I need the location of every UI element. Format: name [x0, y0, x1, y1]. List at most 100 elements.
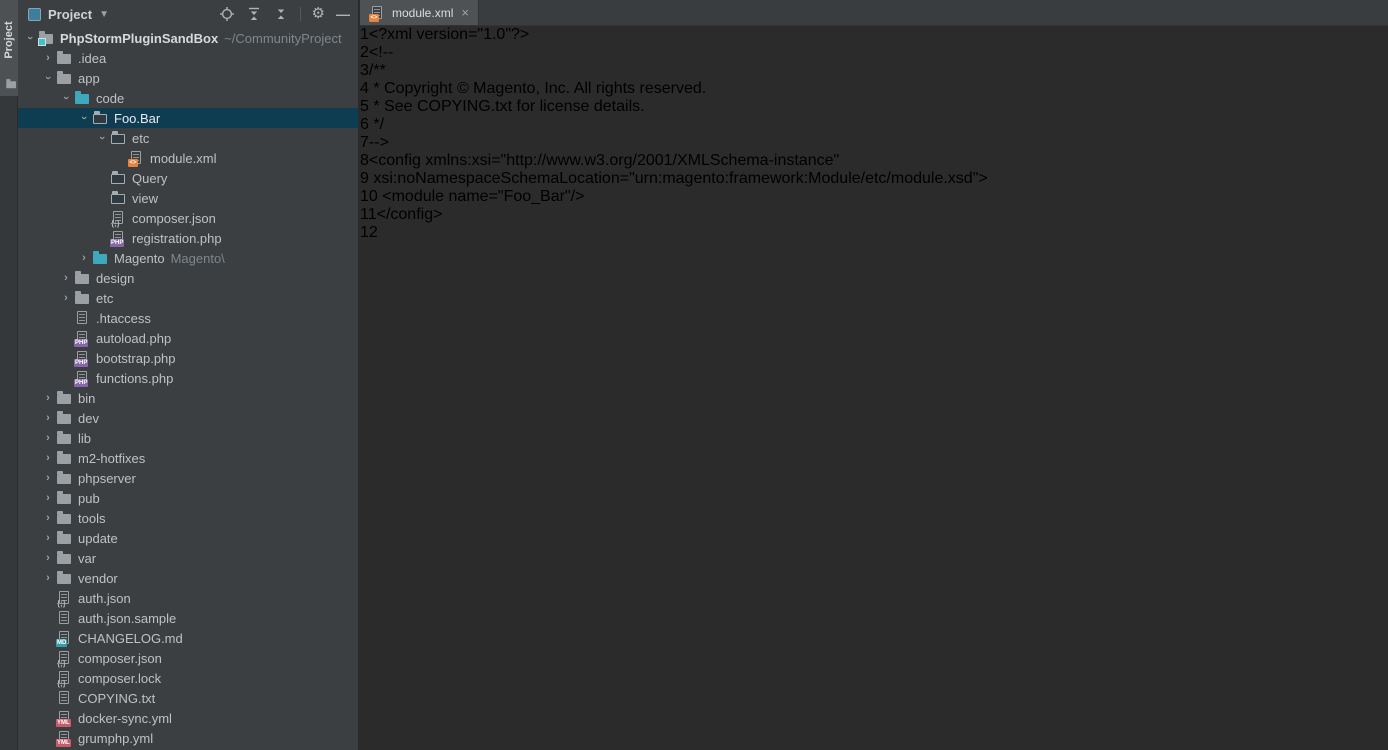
- chevron-down-icon[interactable]: ›: [56, 90, 76, 106]
- project-view-icon: [28, 8, 41, 21]
- chevron-right-icon[interactable]: ›: [40, 508, 56, 528]
- tree-item-magento[interactable]: ›MagentoMagento\: [18, 248, 358, 268]
- tree-item-label: m2-hotfixes: [78, 451, 145, 466]
- tree-item-design[interactable]: ›design: [18, 268, 358, 288]
- tree-item-label: update: [78, 531, 118, 546]
- tree-item-bootstrap-php[interactable]: ›PHPbootstrap.php: [18, 348, 358, 368]
- tree-item-composer-json[interactable]: ›{;}composer.json: [18, 208, 358, 228]
- folder-icon: [56, 390, 73, 406]
- chevron-right-icon[interactable]: ›: [40, 428, 56, 448]
- chevron-right-icon[interactable]: ›: [40, 548, 56, 568]
- chevron-right-icon[interactable]: ›: [40, 48, 56, 68]
- tree-item-changelog-md[interactable]: ›MDCHANGELOG.md: [18, 628, 358, 648]
- tree-item-query[interactable]: ›Query: [18, 168, 358, 188]
- tree-item-var[interactable]: ›var: [18, 548, 358, 568]
- project-tool-window-button[interactable]: Project: [0, 0, 18, 96]
- tree-item-composer-json[interactable]: ›{;}composer.json: [18, 648, 358, 668]
- tree-item-label: bin: [78, 391, 95, 406]
- tree-item-autoload-php[interactable]: ›PHPautoload.php: [18, 328, 358, 348]
- chevron-right-icon[interactable]: ›: [58, 288, 74, 308]
- tree-item-phpserver[interactable]: ›phpserver: [18, 468, 358, 488]
- tree-item--idea[interactable]: ›.idea: [18, 48, 358, 68]
- tree-item-label: auth.json.sample: [78, 611, 176, 626]
- tree-item-code[interactable]: ›code: [18, 88, 358, 108]
- code-line-4[interactable]: 4 * Copyright © Magento, Inc. All rights…: [360, 80, 1388, 98]
- code-line-11[interactable]: 11</config>: [360, 206, 1388, 224]
- code-line-2[interactable]: 2<!--: [360, 44, 1388, 62]
- tree-item-etc[interactable]: › etc: [18, 288, 358, 308]
- code-text: /**: [369, 62, 386, 79]
- chevron-right-icon[interactable]: ›: [40, 408, 56, 428]
- code-line-5[interactable]: 5 * See COPYING.txt for license details.: [360, 98, 1388, 116]
- code-line-1[interactable]: 1<?xml version="1.0"?>: [360, 26, 1388, 44]
- chevron-down-icon[interactable]: ›: [38, 70, 58, 86]
- code-line-12[interactable]: 12: [360, 224, 1388, 242]
- chevron-down-icon[interactable]: ›: [92, 130, 112, 146]
- tree-item-bin[interactable]: › bin: [18, 388, 358, 408]
- code-line-7[interactable]: 7-->: [360, 134, 1388, 152]
- tree-item-label: docker-sync.yml: [78, 711, 172, 726]
- tree-item-m2-hotfixes[interactable]: › m2-hotfixes: [18, 448, 358, 468]
- tree-item-copying-txt[interactable]: ›COPYING.txt: [18, 688, 358, 708]
- tree-item-auth-json-sample[interactable]: ›auth.json.sample: [18, 608, 358, 628]
- chevron-right-icon[interactable]: ›: [40, 568, 56, 588]
- chevron-right-icon[interactable]: ›: [58, 268, 74, 288]
- project-panel-title[interactable]: Project: [48, 7, 92, 22]
- tree-item-label: etc: [96, 291, 113, 306]
- folder-icon: [56, 530, 73, 546]
- tree-item-docker-sync-yml[interactable]: ›YMLdocker-sync.yml: [18, 708, 358, 728]
- tree-item-label: .htaccess: [96, 311, 151, 326]
- tab-close-icon[interactable]: ×: [461, 7, 469, 19]
- chevron-down-icon[interactable]: ›: [74, 110, 94, 126]
- tree-item-auth-json[interactable]: ›{;}auth.json: [18, 588, 358, 608]
- settings-gear-icon[interactable]: ⚙: [312, 7, 325, 21]
- tree-item-vendor[interactable]: ›vendor: [18, 568, 358, 588]
- tree-item-foo-bar[interactable]: ›Foo.Bar: [18, 108, 358, 128]
- chevron-right-icon[interactable]: ›: [40, 388, 56, 408]
- code-line-3[interactable]: 3/**: [360, 62, 1388, 80]
- chevron-right-icon[interactable]: ›: [40, 448, 56, 468]
- folder-icon: [56, 470, 73, 486]
- file-text-icon: [74, 310, 91, 326]
- file-json-icon: {;}: [56, 590, 73, 606]
- tab-module-xml[interactable]: <> module.xml ×: [360, 0, 479, 25]
- tree-item-label: autoload.php: [96, 331, 171, 346]
- code-line-9[interactable]: 9 xsi:noNamespaceSchemaLocation="urn:mag…: [360, 170, 1388, 188]
- project-panel: Project ▼: [18, 0, 359, 750]
- locate-file-icon[interactable]: [219, 6, 235, 22]
- code-line-6[interactable]: 6 */: [360, 116, 1388, 134]
- expand-all-icon[interactable]: [246, 6, 262, 22]
- tree-item-module-xml[interactable]: ›<>module.xml: [18, 148, 358, 168]
- tree-item-dev[interactable]: ›dev: [18, 408, 358, 428]
- project-folder-icon: [6, 78, 18, 89]
- tree-item--htaccess[interactable]: ›.htaccess: [18, 308, 358, 328]
- tree-item-label: lib: [78, 431, 91, 446]
- folder-icon: [74, 290, 91, 306]
- tree-item-composer-lock[interactable]: ›{;}composer.lock: [18, 668, 358, 688]
- chevron-down-icon[interactable]: ▼: [99, 9, 109, 20]
- code-line-10[interactable]: 10 <module name="Foo_Bar"/>: [360, 188, 1388, 206]
- chevron-right-icon[interactable]: ›: [40, 468, 56, 488]
- code-line-8[interactable]: 8<config xmlns:xsi="http://www.w3.org/20…: [360, 152, 1388, 170]
- line-number: 6: [360, 116, 369, 133]
- chevron-right-icon[interactable]: ›: [40, 488, 56, 508]
- tree-item-grumphp-yml[interactable]: ›YMLgrumphp.yml: [18, 728, 358, 748]
- tree-item-tools[interactable]: ›tools: [18, 508, 358, 528]
- chevron-right-icon[interactable]: ›: [40, 528, 56, 548]
- tree-item-view[interactable]: ›view: [18, 188, 358, 208]
- tree-item-pub[interactable]: ›pub: [18, 488, 358, 508]
- tree-item-app[interactable]: ›app: [18, 68, 358, 88]
- tree-item-etc[interactable]: ›etc: [18, 128, 358, 148]
- chevron-down-icon[interactable]: ›: [20, 30, 40, 46]
- code-editor[interactable]: 1<?xml version="1.0"?>2<!--3/**4 * Copyr…: [360, 26, 1388, 242]
- tree-item-label: COPYING.txt: [78, 691, 155, 706]
- chevron-right-icon[interactable]: ›: [76, 248, 92, 268]
- collapse-all-icon[interactable]: [273, 6, 289, 22]
- file-text-icon: [56, 690, 73, 706]
- tree-item-update[interactable]: › update: [18, 528, 358, 548]
- tree-item-phpstormpluginsandbox[interactable]: ›PhpStormPluginSandBox~/CommunityProject: [18, 28, 358, 48]
- hide-panel-icon[interactable]: —: [336, 9, 350, 19]
- tree-item-registration-php[interactable]: ›PHPregistration.php: [18, 228, 358, 248]
- tree-item-lib[interactable]: › lib: [18, 428, 358, 448]
- tree-item-functions-php[interactable]: ›PHPfunctions.php: [18, 368, 358, 388]
